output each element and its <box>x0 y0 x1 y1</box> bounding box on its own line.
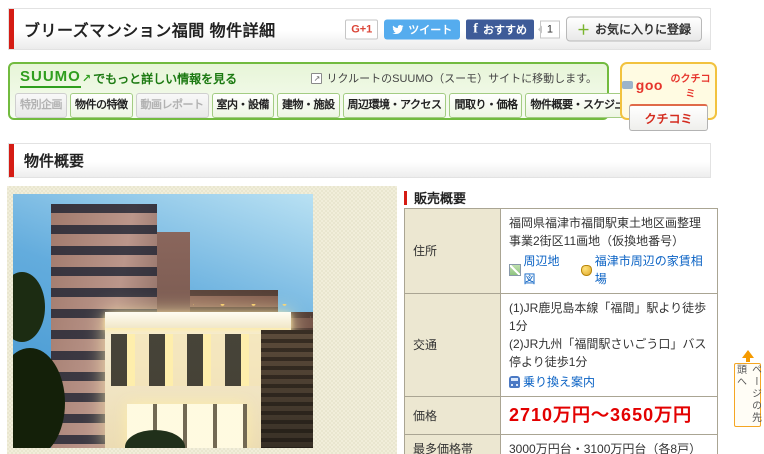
sales-overview-header: 販売概要 <box>404 188 466 207</box>
section-title: 物件概要 <box>24 153 85 170</box>
facebook-icon: f <box>473 21 478 36</box>
page: ブリーズマンション福間 物件詳細 G+1 ツイート f おすすめ 1 ＋ お気に… <box>0 0 764 454</box>
review-button[interactable]: クチコミ <box>629 104 708 131</box>
suumo-panel: SUUMO ↗ でもっと詳しい情報を見る ↗ リクルートのSUUMO（スーモ）サ… <box>8 62 651 121</box>
goo-logo: goo <box>635 77 663 93</box>
photo-upper-windows <box>111 334 285 386</box>
address-value: 福岡県福津市福間駅東土地区画整理事業2街区11画地（仮換地番号） <box>509 216 702 248</box>
suumo-lead-text: でもっと詳しい情報を見る <box>93 71 238 86</box>
access-links: 乗り換え案内 <box>509 373 709 391</box>
tweet-label: ツイート <box>408 24 453 36</box>
transfer-guide-link-label: 乗り換え案内 <box>523 375 596 389</box>
red-accent-bar <box>9 9 14 49</box>
page-top-box: ページの先頭へ <box>734 363 761 427</box>
sales-overview-table: 住所 福岡県福津市福間駅東土地区画整理事業2街区11画地（仮換地番号） 周辺地図… <box>404 208 718 454</box>
price-value: 2710万円～3650万円 <box>509 405 693 425</box>
page-top-label: ページの先頭へ <box>734 364 761 424</box>
photo-tree <box>13 272 45 342</box>
price-range-label: 最多価格帯 <box>404 434 501 454</box>
map-link[interactable]: 周辺地図 <box>509 252 569 288</box>
property-nav-tabs: 特別企画 物件の特徴 動画レポート 室内・設備 建物・施設 周辺環境・アクセス … <box>10 90 651 121</box>
transfer-guide-link[interactable]: 乗り換え案内 <box>509 373 595 391</box>
address-links: 周辺地図 福津市周辺の家賃相場 <box>509 252 709 288</box>
money-bag-icon <box>581 264 592 276</box>
photo-cornice <box>105 312 291 328</box>
tab-interior-equipment[interactable]: 室内・設備 <box>211 92 274 118</box>
table-row-access: 交通 (1)JR鹿児島本線「福間」駅より徒歩1分 (2)JR九州「福間駅さいごう… <box>404 293 718 397</box>
goo-review-header: goo のクチコミ <box>622 70 715 100</box>
rent-market-link-label: 福津市周辺の家賃相場 <box>594 254 703 286</box>
tab-building-facilities[interactable]: 建物・施設 <box>277 92 340 118</box>
tweet-button[interactable]: ツイート <box>384 19 461 39</box>
up-arrow-icon <box>745 358 750 362</box>
tab-special-feature: 特別企画 <box>15 92 67 118</box>
facebook-count-badge: 1 <box>537 20 560 38</box>
up-arrow-icon <box>741 350 754 358</box>
speech-bubble-icon <box>622 81 633 89</box>
table-row-price: 価格 2710万円～3650万円 <box>404 396 718 435</box>
section-header: 物件概要 <box>8 143 711 178</box>
facebook-recommend-button[interactable]: f おすすめ <box>466 19 534 39</box>
property-photo <box>13 194 313 448</box>
address-cell: 福岡県福津市福間駅東土地区画整理事業2街区11画地（仮換地番号） 周辺地図 福津… <box>500 208 718 294</box>
plus-icon: ＋ <box>576 22 590 38</box>
tab-floorplan-price[interactable]: 間取り・価格 <box>449 92 523 118</box>
photo-panel <box>7 186 397 454</box>
suumo-note: ↗ リクルートのSUUMO（スーモ）サイトに移動します。 <box>311 70 597 86</box>
access-cell: (1)JR鹿児島本線「福間」駅より徒歩1分 (2)JR九州「福間駅さいごう口」バ… <box>500 293 718 397</box>
social-buttons: G+1 ツイート f おすすめ 1 ＋ お気に入りに登録 <box>345 16 702 42</box>
address-label: 住所 <box>404 208 501 294</box>
tab-surroundings-access[interactable]: 周辺環境・アクセス <box>342 92 447 118</box>
rent-market-link[interactable]: 福津市周辺の家賃相場 <box>581 252 709 288</box>
access-line1: (1)JR鹿児島本線「福間」駅より徒歩1分 <box>509 301 707 333</box>
suumo-note-text: リクルートのSUUMO（スーモ）サイトに移動します。 <box>326 73 597 86</box>
page-top-button[interactable]: ページの先頭へ <box>734 350 761 427</box>
external-link-icon: ↗ <box>311 72 323 84</box>
sales-overview-title: 販売概要 <box>414 191 467 206</box>
map-icon <box>509 264 521 276</box>
table-row-address: 住所 福岡県福津市福間駅東土地区画整理事業2街区11画地（仮換地番号） 周辺地図… <box>404 208 718 294</box>
facebook-label: おすすめ <box>482 24 527 36</box>
access-line2: (2)JR九州「福間駅さいごう口」バス停より徒歩1分 <box>509 337 707 369</box>
favorite-label: お気に入りに登録 <box>594 22 691 37</box>
train-icon <box>509 376 520 388</box>
google-plus-one-button[interactable]: G+1 <box>345 19 379 39</box>
price-range-value: 3000万円台・3100万円台（各8戸） <box>500 434 718 454</box>
twitter-bird-icon <box>392 24 404 34</box>
price-cell: 2710万円～3650万円 <box>500 396 718 435</box>
tab-property-features[interactable]: 物件の特徴 <box>70 92 133 118</box>
photo-dark-wall <box>261 330 313 448</box>
goo-review-label: のクチコミ <box>670 74 711 100</box>
suumo-panel-header: SUUMO ↗ でもっと詳しい情報を見る ↗ リクルートのSUUMO（スーモ）サ… <box>10 64 607 90</box>
red-accent-bar <box>9 144 14 177</box>
page-header: ブリーズマンション福間 物件詳細 G+1 ツイート f おすすめ 1 ＋ お気に… <box>8 8 711 50</box>
tab-video-report: 動画レポート <box>135 92 209 118</box>
page-title: ブリーズマンション福間 物件詳細 <box>24 23 276 40</box>
map-link-label: 周辺地図 <box>523 254 560 286</box>
table-row-price-range: 最多価格帯 3000万円台・3100万円台（各8戸） <box>404 434 718 454</box>
red-accent-bar <box>404 190 407 205</box>
suumo-logo[interactable]: SUUMO <box>20 68 81 88</box>
goo-review-panel: goo のクチコミ クチコミ <box>620 62 717 131</box>
suumo-logo-arrow-icon: ↗ <box>81 72 92 85</box>
price-label: 価格 <box>404 396 501 435</box>
access-label: 交通 <box>404 293 501 397</box>
favorite-button[interactable]: ＋ お気に入りに登録 <box>565 16 702 42</box>
